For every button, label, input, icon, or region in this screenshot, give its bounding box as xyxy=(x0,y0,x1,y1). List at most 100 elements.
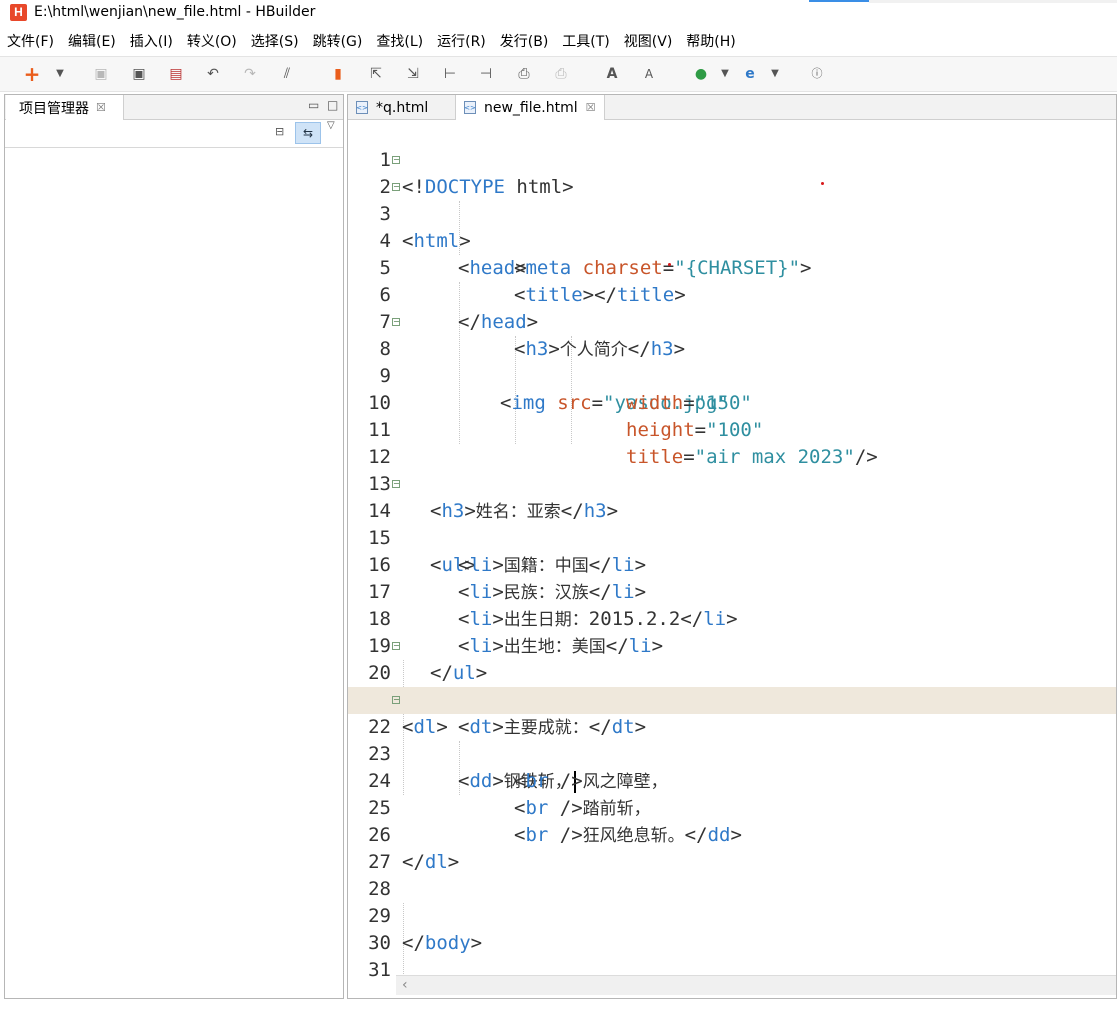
save-all-icon[interactable]: ▣ xyxy=(131,66,147,82)
fold-icon[interactable]: − xyxy=(392,642,400,650)
view-menu-icon[interactable]: ▽ xyxy=(327,120,335,131)
scroll-left-icon[interactable]: ‹ xyxy=(402,977,408,993)
info-icon[interactable]: ⓘ xyxy=(809,66,825,82)
run-dropdown-icon[interactable]: ▼ xyxy=(717,66,733,82)
project-panel: 项目管理器 ☒ ▭ □ ⊟ ⇆ ▽ xyxy=(4,94,344,999)
code-line[interactable]: 27 xyxy=(348,822,1116,873)
close-icon[interactable]: ☒ xyxy=(96,101,106,114)
import-icon[interactable]: ⎙ xyxy=(516,66,532,82)
menu-help[interactable]: 帮助(H) xyxy=(686,31,735,51)
project-panel-title: 项目管理器 xyxy=(19,100,89,117)
menu-run[interactable]: 运行(R) xyxy=(437,31,486,51)
redo-icon[interactable]: ↷ xyxy=(242,66,258,82)
project-panel-toolbar: ⊟ ⇆ ▽ xyxy=(5,120,343,148)
title-accent xyxy=(809,0,869,2)
save-icon[interactable]: ▣ xyxy=(93,66,109,82)
font-decrease-icon[interactable]: A xyxy=(641,66,657,82)
fold-icon[interactable]: − xyxy=(392,183,400,191)
code-line[interactable]: 15 <li>国籍：中国</li> xyxy=(348,498,1116,576)
code-line[interactable]: 9 width="150" xyxy=(348,336,1116,414)
code-line[interactable]: 20 − <dl> xyxy=(348,633,1116,739)
export-icon[interactable]: ⎙ xyxy=(553,66,569,82)
code-line[interactable]: 14 − <ul> xyxy=(348,471,1116,577)
menu-edit[interactable]: 编辑(E) xyxy=(68,31,116,51)
code-line[interactable]: 32 xyxy=(348,957,1116,975)
fold-icon[interactable]: − xyxy=(392,156,400,164)
code-line[interactable]: 24 <br />踏前斩， xyxy=(348,741,1116,819)
code-line[interactable]: 17 <li>出生日期：2015.2.2</li> xyxy=(348,552,1116,630)
menu-file[interactable]: 文件(F) xyxy=(7,31,54,51)
code-line[interactable]: 10 height="100" xyxy=(348,363,1116,441)
code-line[interactable]: 7 <h3>个人简介</h3> xyxy=(348,282,1116,360)
code-line[interactable]: 26 </dl> xyxy=(348,795,1116,873)
code-line[interactable]: 1 <!DOCTYPE html> xyxy=(348,120,1116,198)
run-icon[interactable]: ● xyxy=(693,66,709,82)
menu-bar: 文件(F) 编辑(E) 插入(I) 转义(O) 选择(S) 跳转(G) 查找(L… xyxy=(0,30,1117,52)
menu-view[interactable]: 视图(V) xyxy=(624,31,673,51)
browser-dropdown-icon[interactable]: ▼ xyxy=(767,66,783,82)
minimize-icon[interactable]: ▭ xyxy=(308,98,319,112)
code-line[interactable]: 5 <title></title> xyxy=(348,228,1116,306)
browser-icon[interactable]: e xyxy=(742,66,758,82)
horizontal-scrollbar[interactable]: ‹ xyxy=(396,975,1116,995)
code-line[interactable]: 23 <br />风之障壁， xyxy=(348,714,1116,792)
code-line[interactable]: 28 xyxy=(348,849,1116,900)
dropdown-icon[interactable]: ▼ xyxy=(52,66,68,82)
code-line[interactable]: 3 − <head> xyxy=(348,174,1116,280)
next-edit-icon[interactable]: ⇲ xyxy=(405,66,421,82)
toolbar: + ▼ ▣ ▣ ▤ ↶ ↷ ⫽ ▮ ⇱ ⇲ ⊢ ⊣ ⎙ ⎙ A A ● ▼ e … xyxy=(0,56,1117,92)
tab-label: new_file.html xyxy=(484,99,578,116)
code-line[interactable]: 8 − <img src="yasuo.jpg" xyxy=(348,309,1116,415)
menu-publish[interactable]: 发行(B) xyxy=(500,31,549,51)
code-line[interactable]: 2 − <html> xyxy=(348,147,1116,253)
collapse-all-icon[interactable]: ⊟ xyxy=(275,125,284,138)
marker-dot xyxy=(821,182,824,185)
tab-project-manager[interactable]: 项目管理器 ☒ xyxy=(6,95,124,120)
code-line[interactable]: 4 <meta charset="{CHARSET}"> xyxy=(348,201,1116,279)
menu-escape[interactable]: 转义(O) xyxy=(187,31,237,51)
marker-dot xyxy=(668,263,671,266)
code-line[interactable]: 25 <br />狂风绝息斩。</dd> xyxy=(348,768,1116,846)
font-increase-icon[interactable]: A xyxy=(604,66,620,82)
fold-icon[interactable]: − xyxy=(392,696,400,704)
tab-q-html[interactable]: <> *q.html xyxy=(348,95,455,120)
link-editor-button[interactable]: ⇆ xyxy=(295,122,321,144)
fold-icon[interactable]: − xyxy=(392,480,400,488)
html-file-icon: <> xyxy=(356,101,368,114)
project-panel-tabbar: 项目管理器 ☒ ▭ □ xyxy=(5,95,343,120)
maximize-icon[interactable]: □ xyxy=(327,98,338,112)
code-line[interactable]: 21 <dt>主要成就：</dt> xyxy=(348,660,1116,738)
menu-tools[interactable]: 工具(T) xyxy=(562,31,609,51)
window-title: E:\html\wenjian\new_file.html - HBuilder xyxy=(34,4,316,20)
code-line[interactable]: 6 </head> xyxy=(348,255,1116,333)
goto-end-icon[interactable]: ⊣ xyxy=(478,66,494,82)
new-icon[interactable]: + xyxy=(24,64,41,84)
code-line[interactable]: 29 </body> xyxy=(348,876,1116,954)
hbuilder-logo-icon: H xyxy=(10,3,27,21)
code-line[interactable]: 13 <h3>姓名：亚索</h3> xyxy=(348,444,1116,522)
code-line-active[interactable]: 22 − <dd>钢铁斩， xyxy=(348,687,1116,793)
link-icon: ⇆ xyxy=(302,126,314,140)
code-line[interactable]: 30 xyxy=(348,903,1116,954)
menu-select[interactable]: 选择(S) xyxy=(251,31,299,51)
menu-goto[interactable]: 跳转(G) xyxy=(313,31,363,51)
code-line[interactable]: 18 <li>出生地：美国</li> xyxy=(348,579,1116,657)
tab-label: *q.html xyxy=(376,99,429,116)
goto-start-icon[interactable]: ⊢ xyxy=(442,66,458,82)
save-as-icon[interactable]: ▤ xyxy=(168,66,184,82)
previous-edit-icon[interactable]: ⇱ xyxy=(368,66,384,82)
undo-icon[interactable]: ↶ xyxy=(205,66,221,82)
code-area[interactable]: 1 <!DOCTYPE html> 2 − <html> 3 − <head> … xyxy=(348,120,1116,984)
close-icon[interactable]: ☒ xyxy=(586,101,596,114)
fold-icon[interactable]: − xyxy=(392,318,400,326)
code-line[interactable]: 16 <li>民族：汉族</li> xyxy=(348,525,1116,603)
format-icon[interactable]: ⫽ xyxy=(279,66,295,82)
bookmark-icon[interactable]: ▮ xyxy=(330,66,346,82)
menu-find[interactable]: 查找(L) xyxy=(376,31,423,51)
menu-insert[interactable]: 插入(I) xyxy=(130,31,173,51)
tab-new-file-html[interactable]: <> new_file.html ☒ xyxy=(455,95,605,120)
code-line[interactable]: 31 xyxy=(348,930,1116,981)
code-line[interactable]: 12 xyxy=(348,417,1116,468)
code-line[interactable]: 11 title="air max 2023"/> xyxy=(348,390,1116,468)
code-line[interactable]: 19 </ul> xyxy=(348,606,1116,684)
